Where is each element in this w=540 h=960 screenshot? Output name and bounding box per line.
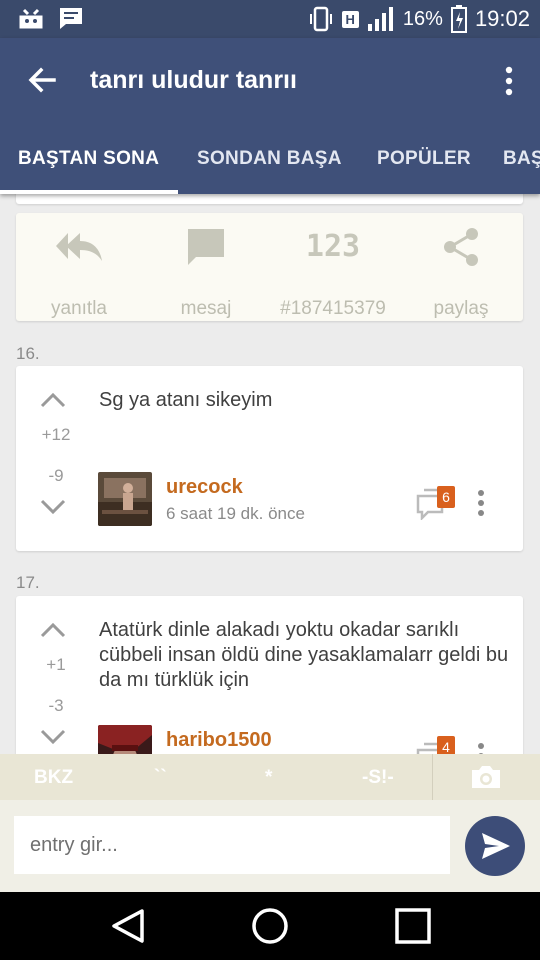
- previous-entry-card: [16, 194, 523, 204]
- author-name[interactable]: haribo1500: [166, 729, 272, 752]
- upvote-icon[interactable]: [40, 622, 66, 638]
- message-action[interactable]: mesaj: [146, 227, 266, 319]
- system-nav-bar: [0, 892, 540, 960]
- spoiler-button[interactable]: -S!-: [362, 767, 394, 789]
- nav-recents-icon[interactable]: [393, 906, 433, 946]
- nav-home-icon[interactable]: [250, 906, 290, 946]
- entry-menu-icon[interactable]: [477, 489, 485, 517]
- signal-icon: [367, 7, 393, 31]
- upvote-count: +1: [46, 655, 66, 674]
- entry-text: Sg ya atanı sikeyim: [99, 389, 273, 411]
- entry-input-bar: [0, 800, 540, 892]
- status-bar: H 16% 19:02: [0, 0, 540, 38]
- tab-bas[interactable]: BAŞ: [503, 148, 540, 170]
- comment-count-badge: 6: [437, 486, 455, 508]
- entry-input[interactable]: [14, 816, 450, 874]
- format-toolbar: BKZ `` * -S!-: [0, 754, 540, 800]
- author-name[interactable]: urecock: [166, 476, 243, 499]
- tab-bar: BAŞTAN SONA SONDAN BAŞA POPÜLER BAŞ: [0, 138, 540, 194]
- entry-list[interactable]: yanıtla mesaj 123 #187415379 paylaş 16. …: [0, 194, 540, 754]
- message-label: mesaj: [180, 298, 232, 319]
- tab-populer[interactable]: POPÜLER: [377, 148, 471, 170]
- tab-sondan-basa[interactable]: SONDAN BAŞA: [197, 148, 342, 170]
- entry-text: Atatürk dinle alakadı yoktu okadar sarık…: [99, 619, 509, 691]
- nav-back-icon[interactable]: [108, 906, 148, 946]
- downvote-count: -3: [48, 696, 64, 715]
- bkz-button[interactable]: BKZ: [34, 767, 73, 789]
- reply-all-icon: [56, 233, 102, 261]
- downvote-count: -9: [48, 466, 64, 485]
- message-icon: [188, 229, 224, 265]
- camera-icon[interactable]: [470, 764, 502, 790]
- reply-label: yanıtla: [51, 298, 107, 319]
- reply-action[interactable]: yanıtla: [19, 227, 139, 319]
- android-debug-icon: [19, 8, 43, 29]
- entry-menu-icon[interactable]: [477, 742, 485, 754]
- overflow-menu-icon[interactable]: [504, 66, 514, 96]
- battery-percent: 16%: [402, 7, 443, 30]
- upvote-count: +12: [41, 425, 71, 444]
- avatar[interactable]: [98, 725, 152, 754]
- downvote-icon[interactable]: [40, 499, 66, 515]
- upvote-icon[interactable]: [40, 392, 66, 408]
- battery-charging-icon: [450, 5, 467, 33]
- clock: 19:02: [474, 6, 530, 31]
- number-123-icon: 123: [305, 229, 361, 264]
- send-button[interactable]: [465, 816, 525, 876]
- entry-card: +12 -9 Sg ya atanı sikeyim urecock 6 saa…: [16, 366, 523, 551]
- tab-indicator: [0, 190, 178, 194]
- avatar[interactable]: [98, 472, 152, 526]
- app-bar: tanrı uludur tanrıı BAŞTAN SONA SONDAN B…: [0, 38, 540, 194]
- page-title: tanrı uludur tanrıı: [90, 66, 297, 94]
- back-arrow-icon[interactable]: [26, 64, 58, 96]
- entry-number-action[interactable]: 123 #187415379: [273, 227, 393, 319]
- downvote-icon[interactable]: [40, 729, 66, 745]
- backtick-button[interactable]: ``: [154, 767, 167, 789]
- tab-bastan-sona[interactable]: BAŞTAN SONA: [18, 148, 159, 170]
- share-action[interactable]: paylaş: [401, 227, 521, 319]
- entry-index: 16.: [16, 344, 40, 363]
- entry-actions-card: yanıtla mesaj 123 #187415379 paylaş: [16, 213, 523, 321]
- entry-time: 6 saat 19 dk. önce: [166, 504, 305, 523]
- entry-index: 17.: [16, 573, 40, 592]
- share-icon: [444, 228, 478, 266]
- network-type-icon: H: [341, 10, 359, 28]
- vibrate-icon: [309, 6, 332, 32]
- toolbar-divider: [432, 754, 433, 800]
- share-label: paylaş: [433, 298, 489, 319]
- star-button[interactable]: *: [265, 767, 272, 789]
- send-icon: [482, 833, 510, 859]
- entry-number-label: #187415379: [280, 298, 386, 319]
- entry-card: +1 -3 Atatürk dinle alakadı yoktu okadar…: [16, 596, 523, 754]
- comment-count-badge: 4: [437, 736, 455, 754]
- notification-message-icon: [60, 8, 82, 29]
